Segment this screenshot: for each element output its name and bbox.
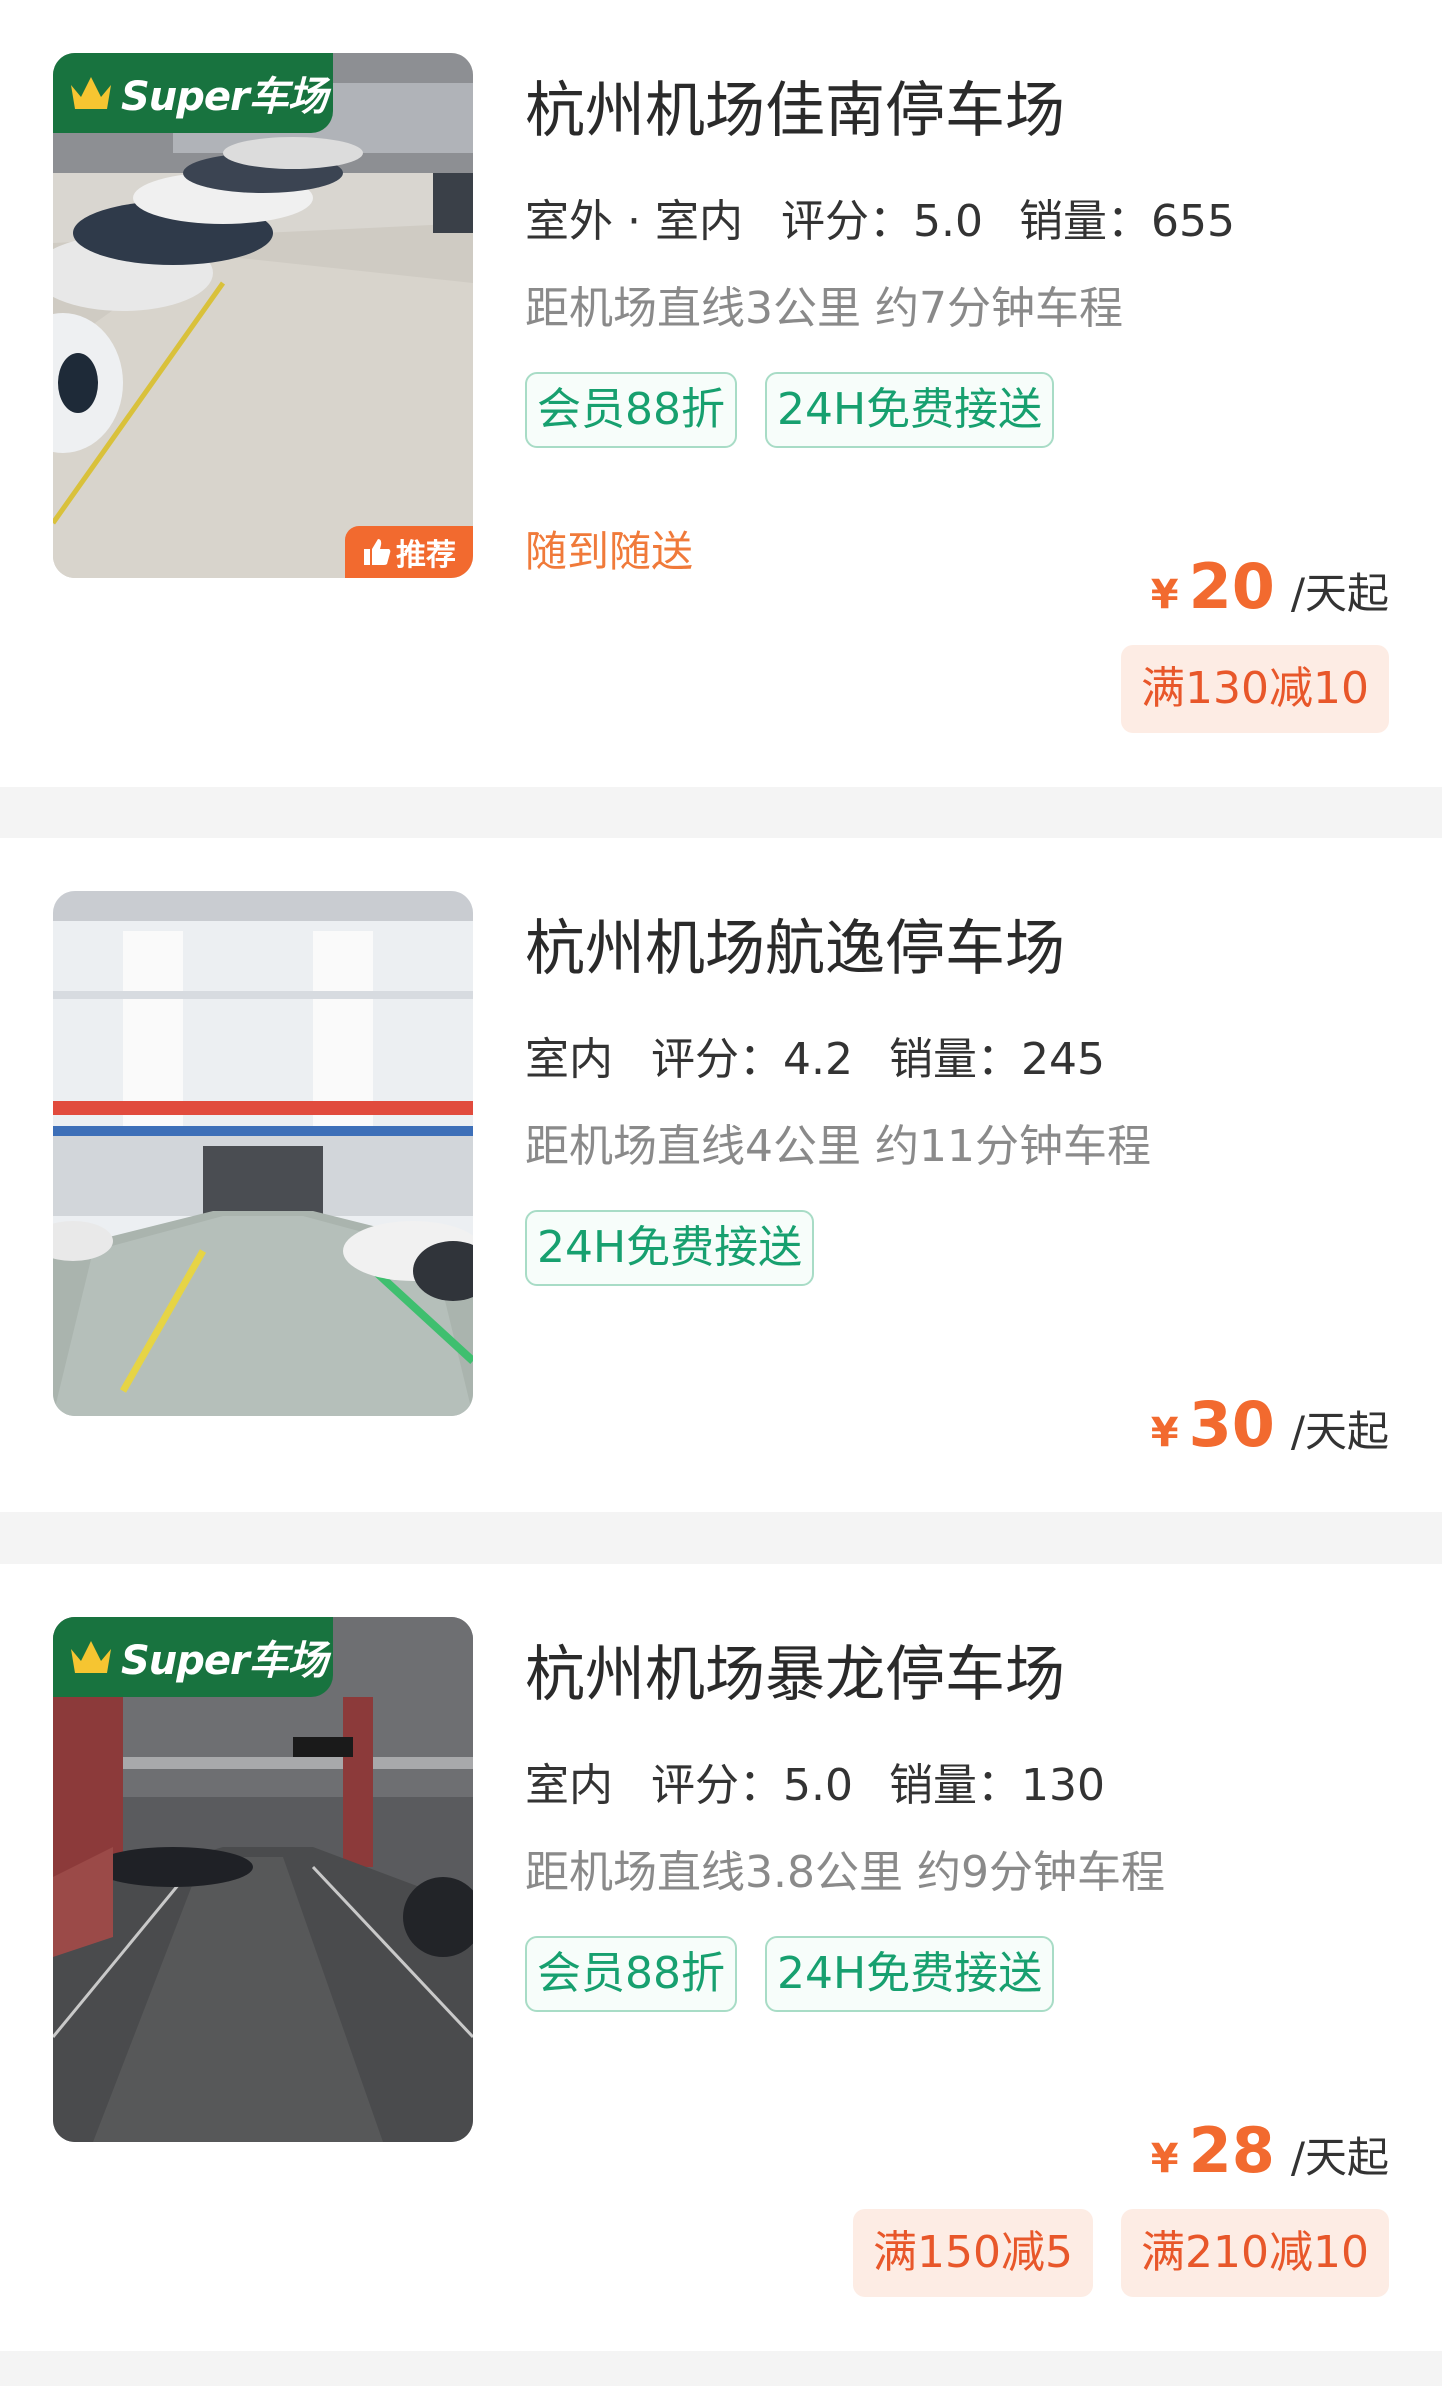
coupon[interactable]: 满150减5 bbox=[853, 2209, 1094, 2297]
distance-label: 距机场直线4公里 约11分钟车程 bbox=[525, 1121, 1151, 1172]
currency-symbol: ¥ bbox=[1150, 572, 1179, 618]
crown-icon bbox=[71, 1641, 111, 1673]
coupon-list: 满150减5 满210减10 bbox=[853, 2209, 1389, 2297]
recommend-badge: 推荐 bbox=[345, 526, 473, 578]
environment-label: 室内 bbox=[525, 1023, 613, 1093]
sales-label: 销量：130 bbox=[888, 1760, 1105, 1811]
recommend-label: 推荐 bbox=[396, 538, 456, 573]
parking-meta: 室外 · 室内 评分：5.0 销量：655 bbox=[525, 185, 1271, 255]
coupon[interactable]: 满130减10 bbox=[1121, 645, 1389, 733]
super-badge-text: Super车场 bbox=[121, 1638, 328, 1684]
super-parking-badge: Super车场 bbox=[53, 53, 333, 133]
environment-label: 室内 bbox=[525, 1749, 613, 1819]
tag-list: 24H免费接送 bbox=[525, 1210, 815, 1286]
distance-label: 距机场直线3公里 约7分钟车程 bbox=[525, 283, 1123, 334]
tag-member-discount: 会员88折 bbox=[525, 1936, 737, 2012]
parking-meta: 室内 评分：5.0 销量：130 bbox=[525, 1749, 1141, 1819]
rating-label: 评分：5.0 bbox=[651, 1760, 853, 1811]
rating-label: 评分：4.2 bbox=[651, 1034, 853, 1085]
tag-member-discount: 会员88折 bbox=[525, 372, 737, 448]
listing-card[interactable]: 杭州机场航逸停车场 室内 评分：4.2 销量：245 距机场直线4公里 约11分… bbox=[0, 838, 1442, 1512]
currency-symbol: ¥ bbox=[1150, 1410, 1179, 1456]
coupon-list: 满130减10 bbox=[1121, 645, 1389, 733]
parking-meta: 室内 评分：4.2 销量：245 bbox=[525, 1023, 1141, 1093]
parking-title: 杭州机场暴龙停车场 bbox=[525, 1640, 1065, 1710]
listing-card[interactable]: Super车场 推荐 杭州机场佳南停车场 室外 · 室内 评分：5.0 销量：6… bbox=[0, 0, 1442, 787]
parking-photo[interactable]: Super车场 bbox=[53, 1617, 473, 2142]
price: ¥ 28 /天起 bbox=[1151, 2114, 1389, 2187]
tag-free-shuttle: 24H免费接送 bbox=[525, 1210, 815, 1286]
price-unit: /天起 bbox=[1290, 569, 1389, 618]
tag-free-shuttle: 24H免费接送 bbox=[765, 1936, 1055, 2012]
listing-card[interactable]: Super车场 杭州机场暴龙停车场 室内 评分：5.0 销量：130 距机场直线… bbox=[0, 1564, 1442, 2351]
service-note: 随到随送 bbox=[525, 527, 694, 576]
super-parking-badge: Super车场 bbox=[53, 1617, 333, 1697]
price-amount: 28 bbox=[1188, 2114, 1275, 2187]
crown-icon bbox=[71, 77, 111, 109]
parking-photo[interactable] bbox=[53, 891, 473, 1416]
parking-title: 杭州机场航逸停车场 bbox=[525, 914, 1065, 984]
tag-free-shuttle: 24H免费接送 bbox=[765, 372, 1055, 448]
tag-list: 会员88折 24H免费接送 bbox=[525, 1936, 1055, 2012]
thumbs-up-icon bbox=[364, 539, 391, 565]
sales-label: 销量：245 bbox=[888, 1034, 1105, 1085]
price-amount: 20 bbox=[1188, 550, 1275, 623]
price: ¥ 20 /天起 bbox=[1151, 550, 1389, 623]
parking-title: 杭州机场佳南停车场 bbox=[525, 76, 1065, 146]
price-amount: 30 bbox=[1188, 1388, 1275, 1461]
sales-label: 销量：655 bbox=[1018, 196, 1235, 247]
environment-label: 室外 · 室内 bbox=[525, 185, 743, 255]
parking-photo-image bbox=[53, 891, 473, 1416]
price-unit: /天起 bbox=[1290, 1407, 1389, 1456]
rating-label: 评分：5.0 bbox=[780, 196, 983, 247]
price: ¥ 30 /天起 bbox=[1151, 1388, 1389, 1461]
parking-photo[interactable]: Super车场 推荐 bbox=[53, 53, 473, 578]
super-badge-text: Super车场 bbox=[121, 74, 328, 120]
distance-label: 距机场直线3.8公里 约9分钟车程 bbox=[525, 1847, 1165, 1898]
currency-symbol: ¥ bbox=[1150, 2136, 1179, 2182]
tag-list: 会员88折 24H免费接送 bbox=[525, 372, 1055, 448]
price-unit: /天起 bbox=[1290, 2133, 1389, 2182]
coupon[interactable]: 满210减10 bbox=[1121, 2209, 1389, 2297]
